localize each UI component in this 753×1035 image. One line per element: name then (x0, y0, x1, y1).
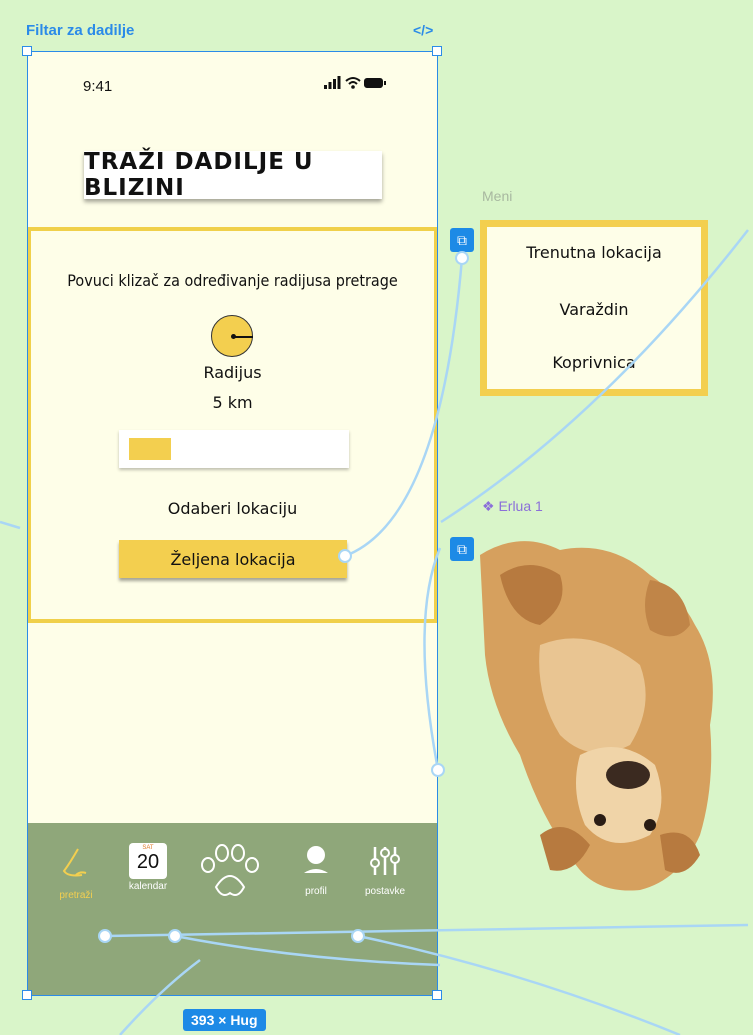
size-badge: 393 × Hug (183, 1009, 266, 1031)
prototype-connections (0, 229, 749, 1035)
